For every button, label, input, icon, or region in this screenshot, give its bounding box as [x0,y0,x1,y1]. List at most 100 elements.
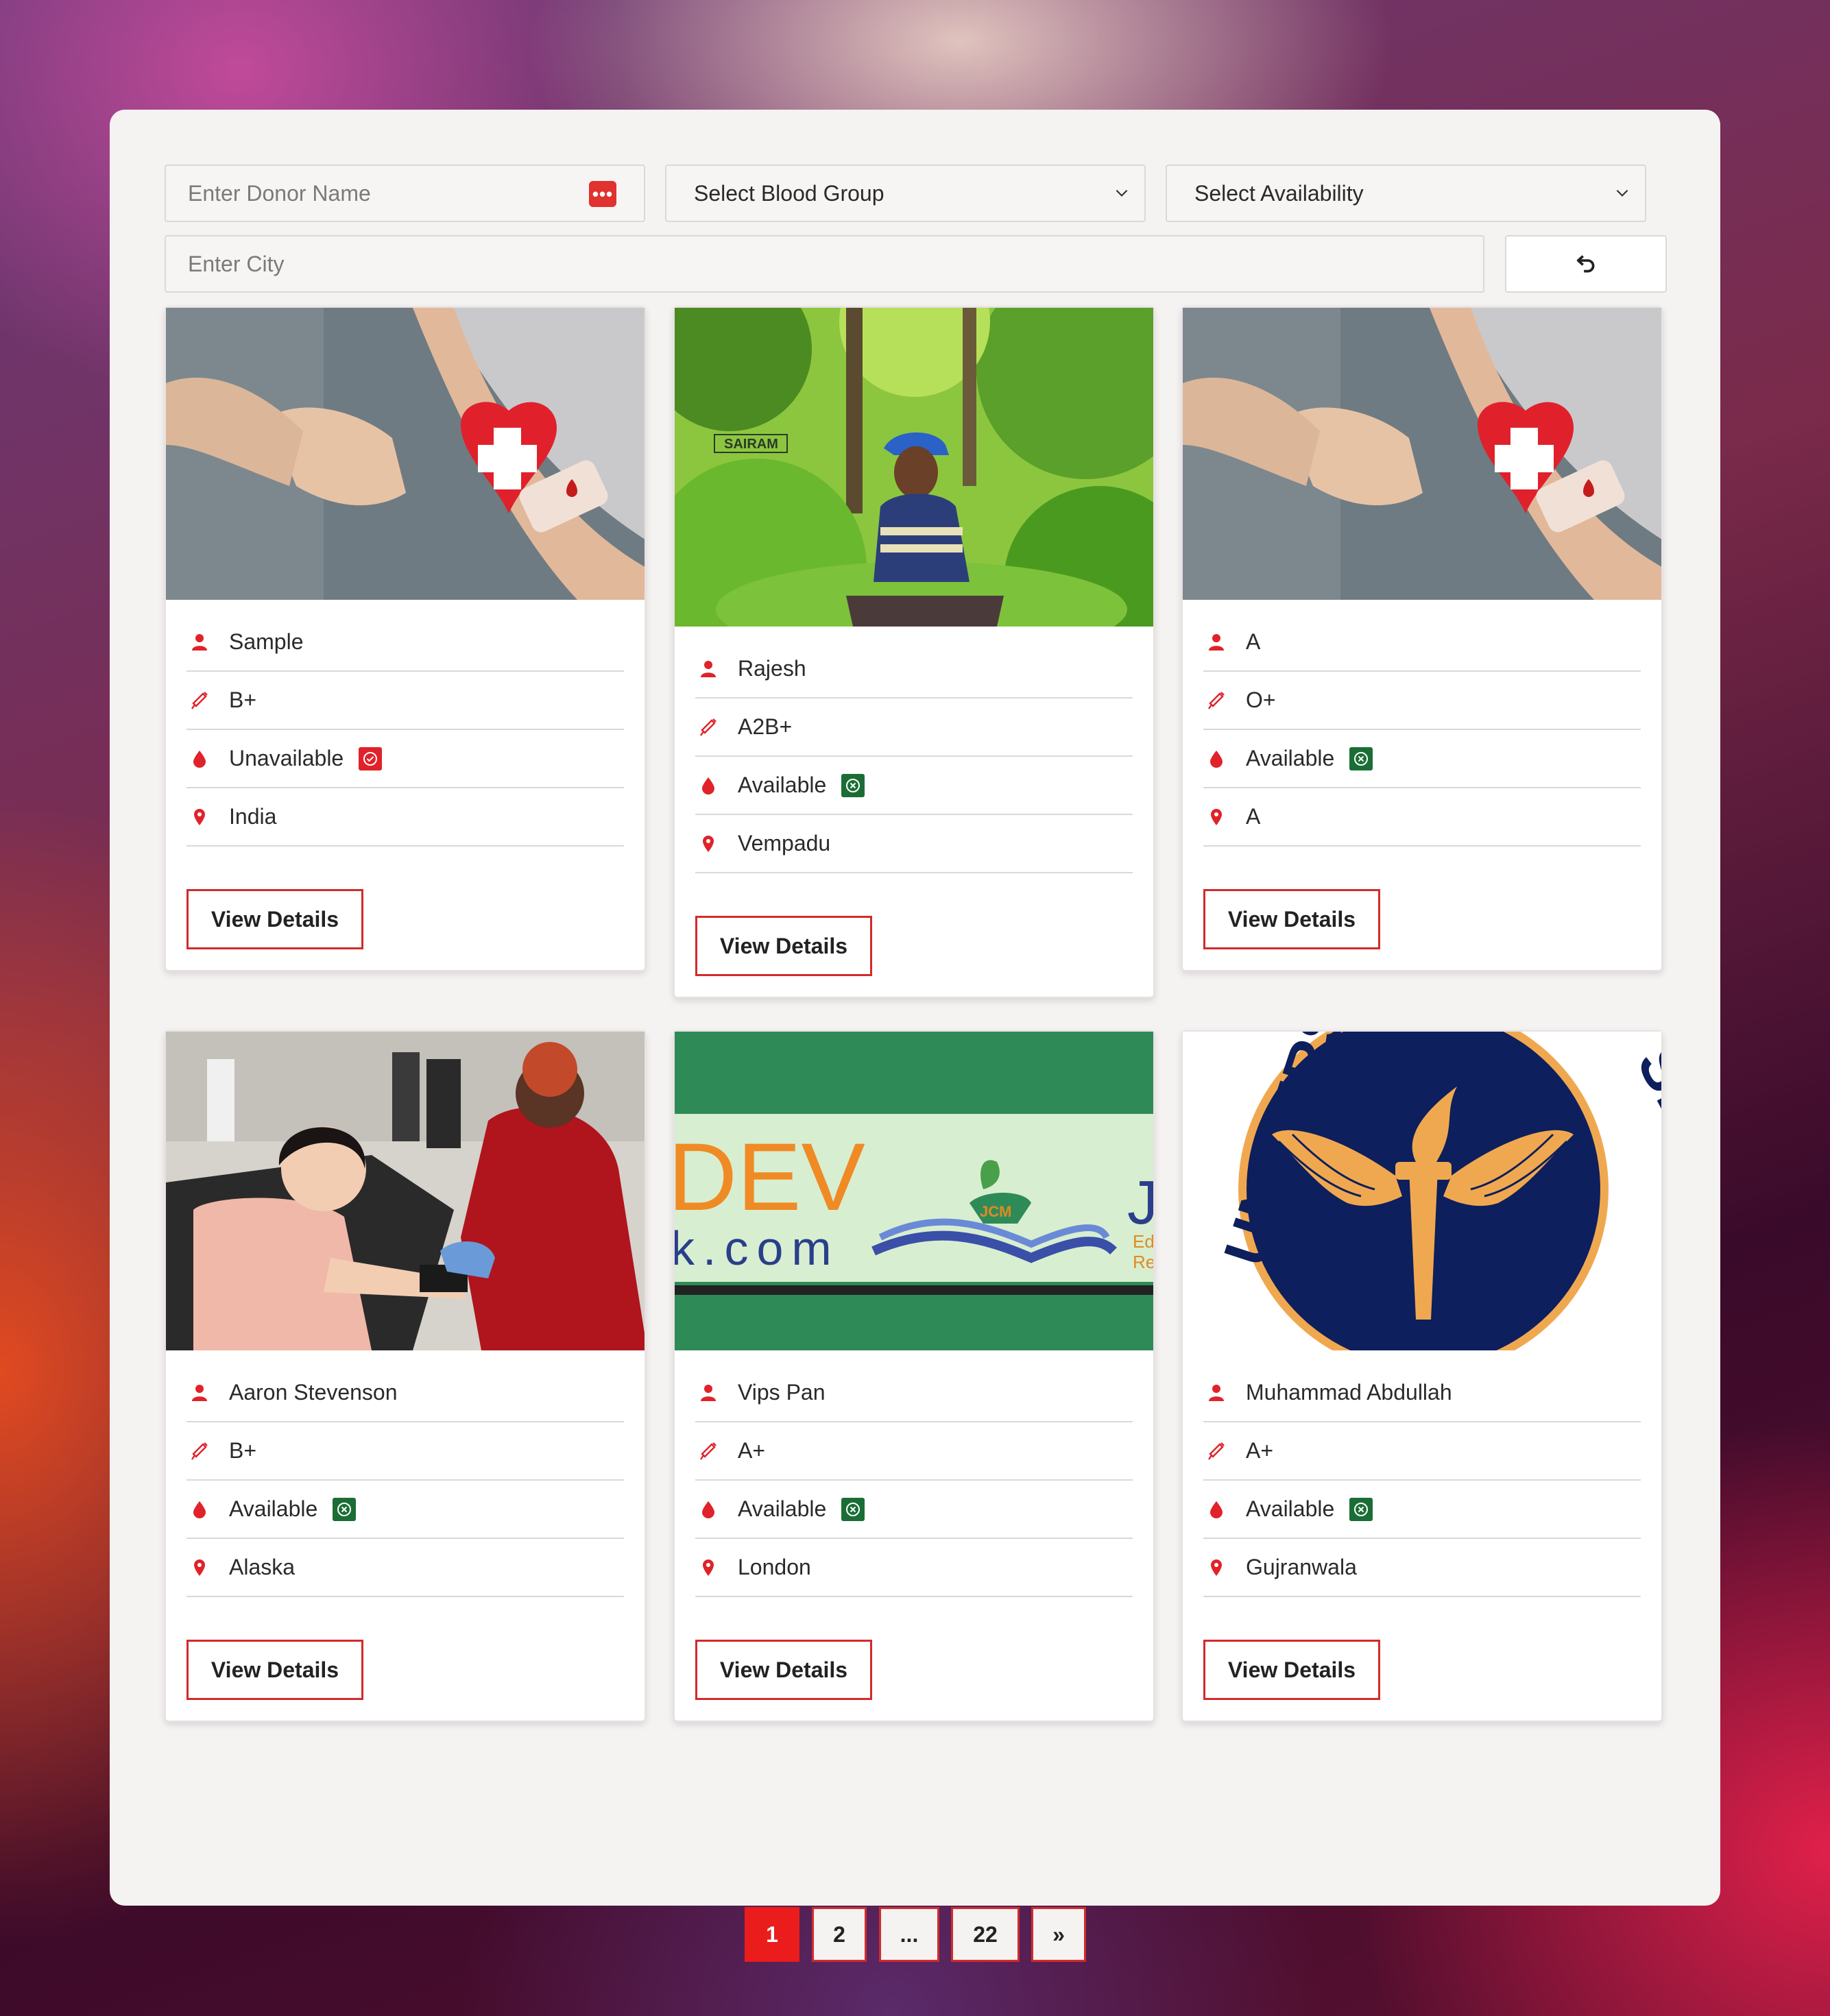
donor-card: SAIRAM Rajesh A2B+ Available Vempadu Vie… [673,306,1155,998]
banner-text: J [1127,1169,1153,1237]
banner-text: Ed [1133,1231,1153,1252]
location-row: Alaska [186,1539,624,1597]
blood-group-select[interactable]: Select Blood Group [665,165,1146,222]
map-pin-icon [191,807,208,827]
password-manager-icon[interactable]: ••• [589,181,616,207]
availability-select-label: Select Availability [1194,180,1364,206]
availability-status: Available [738,773,827,797]
next-page-button[interactable]: » [1031,1907,1086,1962]
donor-name: Sample [229,629,304,654]
user-icon [1207,633,1225,652]
available-status-icon [1349,1497,1373,1521]
view-details-button[interactable]: View Details [695,1640,872,1700]
blood-drop-icon [1207,1500,1225,1519]
syringe-icon [1207,691,1225,710]
availability-status: Unavailable [229,746,344,770]
chevron-down-icon [1116,189,1128,197]
banner-text: k.com [675,1222,840,1275]
donor-name: Muhammad Abdullah [1246,1380,1452,1405]
view-details-button[interactable]: View Details [186,1640,363,1700]
banner-text: Re [1133,1252,1153,1272]
view-details-button[interactable]: View Details [1203,889,1380,949]
view-details-button[interactable]: View Details [695,916,872,976]
location-row: Vempadu [695,815,1133,873]
city-field[interactable] [165,235,1484,293]
blood-drop-icon [699,1500,717,1519]
available-status-icon [841,1497,865,1521]
donor-name-row: Vips Pan [695,1364,1133,1422]
view-details-button[interactable]: View Details [186,889,363,949]
banner-logo-text: JCM [980,1203,1011,1220]
blood-group-row: A+ [695,1422,1133,1481]
donor-card: DEV k.com JCM J Ed Re Vips Pan A+ Availa… [673,1030,1155,1722]
blood-group-row: B+ [186,672,624,730]
city-input[interactable] [188,251,1461,277]
location-row: London [695,1539,1133,1597]
availability-select[interactable]: Select Availability [1166,165,1646,222]
donor-location: Alaska [229,1555,296,1579]
banner-text: DEV [675,1123,865,1230]
donor-location: A [1246,804,1261,829]
page-ellipsis[interactable]: ... [879,1907,939,1962]
donor-location: India [229,804,277,829]
donor-name: Vips Pan [738,1380,826,1405]
syringe-icon [1207,1442,1225,1461]
view-details-button[interactable]: View Details [1203,1640,1380,1700]
available-status-icon [333,1497,357,1521]
donor-name-row: Aaron Stevenson [186,1364,624,1422]
donor-photo [166,1032,645,1350]
donor-name-row: A [1203,614,1641,672]
user-icon [1207,1383,1225,1402]
availability-row: Available [1203,730,1641,788]
availability-row: Available [695,757,1133,815]
page-1-button[interactable]: 1 [745,1907,799,1962]
page-22-button[interactable]: 22 [951,1907,1020,1962]
donor-name-field[interactable]: ••• [165,165,645,222]
map-pin-icon [1207,1558,1225,1577]
donor-photo: DEV k.com JCM J Ed Re [675,1032,1153,1350]
availability-row: Available [186,1481,624,1539]
donor-name-row: Rajesh [695,640,1133,699]
donor-photo: UNIVERS SIALKOT [1183,1032,1661,1350]
availability-status: Available [1246,1496,1335,1521]
availability-status: Available [1246,746,1335,770]
blood-drop-icon [1207,749,1225,768]
donor-location: Vempadu [738,831,831,855]
location-row: India [186,788,624,847]
blood-group-row: B+ [186,1422,624,1481]
donor-name: Rajesh [738,656,806,681]
user-icon [191,1383,208,1402]
donor-photo [166,308,645,600]
undo-icon [1576,255,1595,273]
donor-card: Sample B+ Unavailable India View Details [165,306,646,971]
reset-filters-button[interactable] [1505,235,1667,293]
blood-group: B+ [229,688,257,712]
syringe-icon [699,718,717,737]
blood-drop-icon [191,1500,208,1519]
donor-location: Gujranwala [1246,1555,1357,1579]
map-pin-icon [699,1558,717,1577]
donor-name-row: Sample [186,614,624,672]
donor-name-input[interactable] [188,180,622,206]
availability-status: Available [229,1496,318,1521]
user-icon [699,1383,717,1402]
page-2-button[interactable]: 2 [812,1907,867,1962]
blood-group-row: O+ [1203,672,1641,730]
user-icon [699,659,717,679]
donor-photo: SAIRAM [675,308,1153,627]
availability-status: Available [738,1496,827,1521]
donor-name: Aaron Stevenson [229,1380,398,1405]
donor-name-row: Muhammad Abdullah [1203,1364,1641,1422]
donor-location: London [738,1555,811,1579]
blood-group: A+ [1246,1438,1274,1463]
syringe-icon [191,1442,208,1461]
availability-row: Available [1203,1481,1641,1539]
location-row: Gujranwala [1203,1539,1641,1597]
blood-drop-icon [191,749,208,768]
donor-card: A O+ Available A View Details [1181,306,1663,971]
chevron-down-icon [1616,189,1628,197]
available-status-icon [1349,746,1373,770]
map-pin-icon [699,834,717,853]
photo-watermark: SAIRAM [724,437,778,452]
blood-group: A+ [738,1438,766,1463]
